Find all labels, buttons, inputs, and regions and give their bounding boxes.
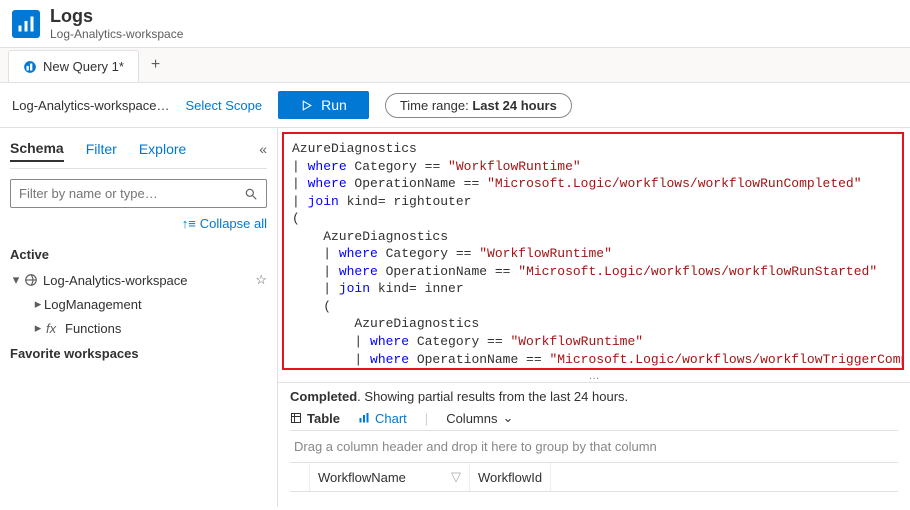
query-tab-label: New Query 1*	[43, 59, 124, 74]
query-tab-active[interactable]: New Query 1*	[8, 50, 139, 82]
caret-down-icon: ▾	[10, 272, 22, 288]
page-title: Logs	[50, 6, 183, 27]
results-tab-chart[interactable]: Chart	[358, 411, 407, 426]
grid-col-workflowid[interactable]: WorkflowId	[470, 463, 551, 491]
sidebar-tab-filter[interactable]: Filter	[86, 137, 117, 161]
sidebar-collapse-icon[interactable]: «	[259, 141, 267, 157]
caret-right-icon: ▸	[32, 320, 44, 336]
filter-icon[interactable]: ▽	[451, 469, 461, 485]
time-range-value: Last 24 hours	[472, 98, 557, 113]
toolbar: Log-Analytics-workspace… Select Scope Ru…	[0, 83, 910, 128]
tree-item-functions[interactable]: ▸ fx Functions	[10, 316, 267, 340]
search-icon	[244, 187, 258, 201]
star-icon[interactable]: ☆	[255, 272, 267, 288]
favorites-label: Favorite workspaces	[10, 346, 267, 361]
tree-item-label: LogManagement	[44, 297, 142, 312]
chart-icon	[358, 412, 370, 424]
columns-dropdown[interactable]: Columns ⌄	[446, 410, 513, 426]
overflow-indicator: …	[278, 370, 910, 382]
collapse-all-icon: ↑≡	[182, 216, 196, 231]
caret-right-icon: ▸	[32, 296, 44, 312]
query-editor[interactable]: AzureDiagnostics | where Category == "Wo…	[282, 132, 904, 370]
time-range-label: Time range:	[400, 98, 473, 113]
grid-header: WorkflowName ▽ WorkflowId	[290, 463, 898, 492]
query-tabbar: New Query 1* +	[0, 48, 910, 83]
tree-item-logmanagement[interactable]: ▸ LogManagement	[10, 292, 267, 316]
add-tab-button[interactable]: +	[139, 48, 172, 82]
logs-icon	[12, 10, 40, 38]
run-label: Run	[321, 97, 347, 113]
collapse-all-link[interactable]: ↑≡ Collapse all	[10, 216, 267, 231]
active-section-label: Active	[10, 247, 267, 262]
time-range-picker[interactable]: Time range: Last 24 hours	[385, 93, 572, 118]
tree-item-label: Functions	[65, 321, 121, 336]
status-completed: Completed	[290, 389, 357, 404]
divider: |	[425, 411, 428, 426]
sidebar: Schema Filter Explore « ↑≡ Collapse all …	[0, 128, 278, 507]
results-tab-table[interactable]: Table	[290, 411, 340, 426]
status-detail: . Showing partial results from the last …	[357, 389, 628, 404]
tree-root-label: Log-Analytics-workspace	[43, 273, 188, 288]
chevron-down-icon: ⌄	[502, 410, 513, 426]
results-pane: Completed. Showing partial results from …	[278, 382, 910, 498]
sidebar-tab-schema[interactable]: Schema	[10, 136, 64, 162]
tree-root[interactable]: ▾ Log-Analytics-workspace ☆	[10, 268, 267, 292]
run-button[interactable]: Run	[278, 91, 369, 119]
workspace-icon	[24, 273, 38, 287]
status-line: Completed. Showing partial results from …	[290, 389, 898, 404]
page-subtitle: Log-Analytics-workspace	[50, 27, 183, 41]
filter-input[interactable]	[19, 186, 244, 201]
select-scope-link[interactable]: Select Scope	[186, 98, 263, 113]
play-icon	[300, 99, 313, 112]
table-icon	[290, 412, 302, 424]
query-tab-icon	[23, 60, 37, 74]
grid-col-workflowname[interactable]: WorkflowName ▽	[310, 463, 470, 491]
workspace-crumb: Log-Analytics-workspace…	[12, 98, 170, 113]
group-by-dropzone[interactable]: Drag a column header and drop it here to…	[290, 431, 898, 463]
function-icon: fx	[46, 321, 60, 336]
page-header: Logs Log-Analytics-workspace	[0, 0, 910, 48]
filter-input-wrapper[interactable]	[10, 179, 267, 208]
sidebar-tab-explore[interactable]: Explore	[139, 137, 186, 161]
grid-select-all[interactable]	[290, 463, 310, 491]
